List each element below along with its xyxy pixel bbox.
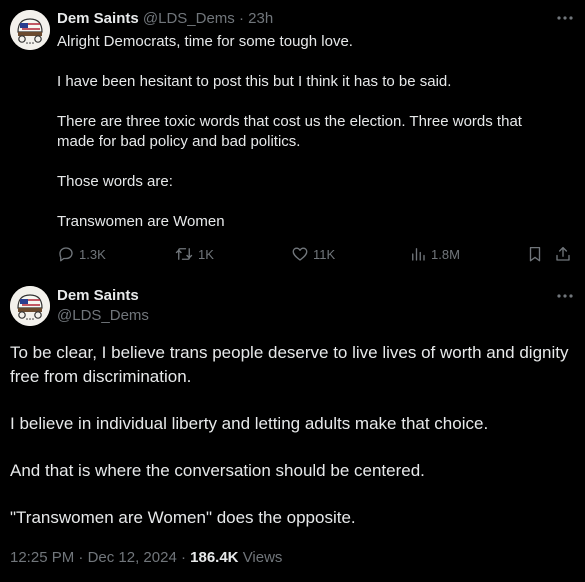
tweet-actions: 1.3K 1K 11K 1.8M: [57, 243, 577, 265]
tweet-meta: 12:25 PM · Dec 12, 2024 · 186.4K Views: [10, 548, 282, 568]
display-name[interactable]: Dem Saints: [57, 10, 139, 27]
views-bar-chart-icon: [412, 248, 425, 261]
tweet-text: To be clear, I believe trans people dese…: [10, 341, 575, 530]
handle[interactable]: @LDS_Dems: [143, 10, 235, 27]
repost-count: 1K: [198, 246, 214, 262]
separator-dot: ·: [238, 10, 244, 27]
tweet-text: Alright Democrats, time for some tough l…: [57, 32, 557, 232]
more-horizontal-icon: [557, 294, 573, 298]
display-name[interactable]: Dem Saints: [57, 286, 139, 306]
tweet-paragraph: Those words are:: [57, 173, 173, 190]
separator-dot: ·: [180, 549, 186, 566]
handle[interactable]: @LDS_Dems: [57, 306, 149, 326]
wagon-logo-icon: [10, 286, 50, 326]
reply-bubble-icon: [59, 247, 73, 262]
tweet-paragraph: I believe in individual liberty and lett…: [10, 414, 489, 433]
tweet-paragraph: "Transwomen are Women" does the opposite…: [10, 508, 356, 527]
more-options-button[interactable]: [555, 8, 575, 28]
avatar[interactable]: [10, 10, 50, 50]
views-count: 1.8M: [431, 246, 460, 262]
post-date[interactable]: Dec 12, 2024: [88, 549, 177, 566]
tweet-paragraph: And that is where the conversation shoul…: [10, 461, 425, 480]
separator-dot: ·: [78, 549, 84, 566]
wagon-logo-icon: [10, 10, 50, 50]
views-button[interactable]: 1.8M: [409, 243, 460, 265]
more-options-button[interactable]: [555, 286, 575, 306]
views-count: 186.4K: [190, 549, 239, 566]
reply-count: 1.3K: [79, 246, 106, 262]
tweet-paragraph: Transwomen are Women: [57, 213, 225, 230]
post-time[interactable]: 12:25 PM: [10, 549, 74, 566]
share-icon: [556, 246, 570, 261]
like-button[interactable]: 11K: [291, 243, 335, 265]
views-label: Views: [242, 549, 283, 566]
bookmark-button[interactable]: [526, 243, 548, 265]
avatar[interactable]: [10, 286, 50, 326]
heart-icon: [292, 247, 308, 261]
timestamp[interactable]: 23h: [248, 10, 273, 27]
tweet-paragraph: Alright Democrats, time for some tough l…: [57, 33, 353, 50]
repost-icon: [175, 248, 193, 260]
repost-button[interactable]: 1K: [174, 243, 214, 265]
like-count: 11K: [313, 246, 336, 262]
more-horizontal-icon: [557, 16, 573, 20]
tweet-paragraph: To be clear, I believe trans people dese…: [10, 343, 569, 386]
tweet-paragraph: There are three toxic words that cost us…: [57, 113, 522, 150]
tweet-paragraph: I have been hesitant to post this but I …: [57, 73, 452, 90]
share-button[interactable]: [554, 243, 576, 265]
reply-button[interactable]: 1.3K: [57, 243, 106, 265]
bookmark-icon: [529, 246, 541, 262]
tweet-header: Dem Saints @LDS_Dems · 23h: [57, 9, 273, 29]
